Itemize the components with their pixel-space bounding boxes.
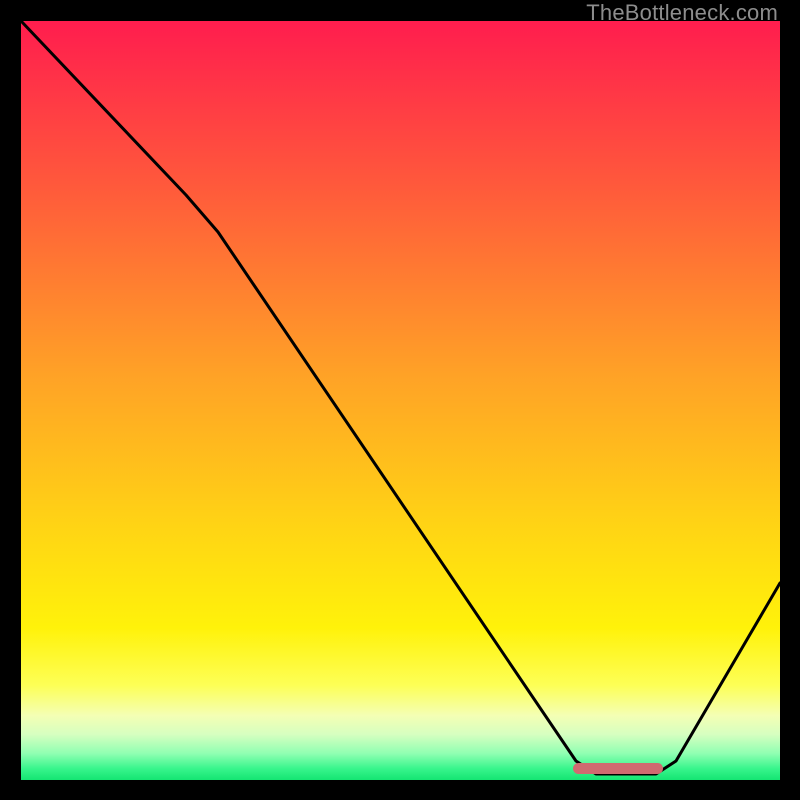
gradient-background [21, 21, 780, 780]
chart-canvas: TheBottleneck.com [0, 0, 800, 800]
optimal-range-marker [573, 763, 663, 774]
plot-svg [21, 21, 780, 780]
watermark-text: TheBottleneck.com [586, 0, 778, 26]
plot-area [21, 21, 780, 780]
